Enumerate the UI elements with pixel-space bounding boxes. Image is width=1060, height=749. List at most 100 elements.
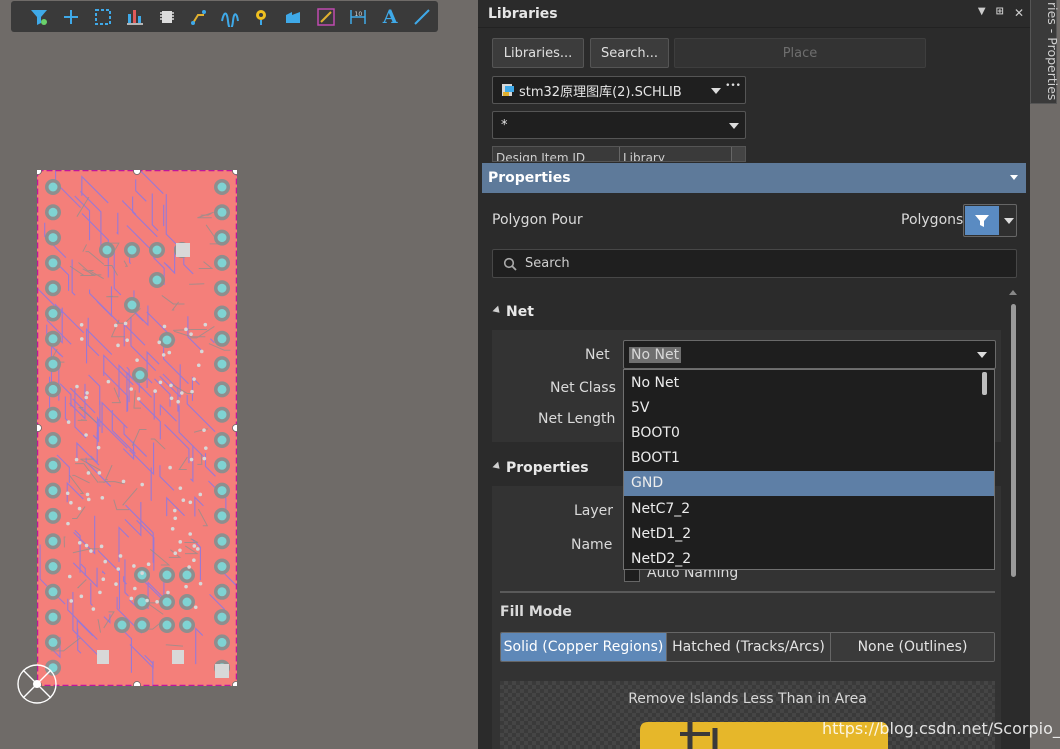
- library-select[interactable]: stm32原理图库(2).SCHLIB •••: [492, 76, 746, 104]
- net-option[interactable]: 5V: [624, 395, 994, 420]
- crosshair-icon[interactable]: [55, 4, 87, 30]
- col-library[interactable]: Library: [623, 151, 665, 161]
- pad-hole: [217, 334, 227, 344]
- active-bar-toolbar: 10 A: [11, 1, 438, 32]
- filter-kind-label: Polygons: [901, 212, 964, 228]
- properties-side-tab[interactable]: ries - Properties: [1030, 0, 1060, 104]
- net-label: Net: [585, 347, 610, 363]
- pad-hole: [152, 275, 162, 285]
- pad-hole: [182, 597, 192, 607]
- net-option[interactable]: NetC7_2: [624, 496, 994, 521]
- pad-hole: [162, 570, 172, 580]
- pad-hole: [48, 460, 58, 470]
- right-panel: Libraries ▼ ⊞ ✕ Libraries... Search... P…: [478, 0, 1030, 749]
- pad-hole: [127, 245, 137, 255]
- pad-hole: [48, 511, 58, 521]
- properties-panel-header[interactable]: Properties: [482, 163, 1026, 193]
- search-button[interactable]: Search...: [590, 38, 669, 68]
- component-icon[interactable]: [151, 4, 183, 30]
- pad-hole: [217, 511, 227, 521]
- islands-label: Remove Islands Less Than in Area: [628, 691, 867, 707]
- panel-menu-icon[interactable]: ▼: [978, 6, 986, 20]
- selection-filter-button[interactable]: [963, 204, 1017, 237]
- dropdown-scrollbar-thumb[interactable]: [982, 372, 987, 395]
- libraries-title: Libraries: [488, 5, 558, 22]
- keepout-icon[interactable]: [310, 4, 342, 30]
- fill-mode-solid[interactable]: Solid (Copper Regions): [501, 633, 667, 661]
- chevron-down-icon: [1004, 218, 1014, 224]
- pad-hole: [217, 309, 227, 318]
- pad-hole: [137, 597, 147, 607]
- net-option-selected[interactable]: GND: [624, 470, 994, 496]
- pad-hole: [48, 410, 58, 420]
- svg-text:10: 10: [355, 11, 363, 18]
- pad-hole: [217, 612, 227, 622]
- layer-label: Layer: [574, 503, 614, 519]
- interactive-route-icon[interactable]: [215, 4, 247, 30]
- filter-icon[interactable]: [23, 4, 55, 30]
- place-button[interactable]: Place: [674, 38, 926, 68]
- pad-hole: [48, 309, 58, 318]
- panel-close-icon[interactable]: ✕: [1014, 6, 1024, 20]
- pad-hole: [162, 620, 172, 630]
- pad-hole: [217, 207, 227, 217]
- pcb-canvas[interactable]: 10 A: [0, 0, 478, 749]
- net-option[interactable]: NetD1_2: [624, 521, 994, 546]
- square-pad: [97, 650, 109, 664]
- panel-pin-icon[interactable]: ⊞: [996, 6, 1004, 20]
- net-option[interactable]: No Net: [624, 370, 994, 395]
- fill-mode-none[interactable]: None (Outlines): [831, 633, 994, 661]
- pad-hole: [217, 384, 227, 394]
- fill-preview: Remove Islands Less Than in Area: [500, 681, 995, 749]
- pcb-board[interactable]: [37, 170, 237, 686]
- square-pad: [215, 664, 229, 678]
- fill-mode-hatched[interactable]: Hatched (Tracks/Arcs): [667, 633, 831, 661]
- pad-hole: [217, 637, 227, 647]
- route-icon[interactable]: [183, 4, 215, 30]
- scrollbar-thumb[interactable]: [1011, 304, 1016, 577]
- net-option[interactable]: BOOT0: [624, 420, 994, 445]
- pad-hole: [48, 258, 58, 268]
- select-rect-icon[interactable]: [87, 4, 119, 30]
- dimension-icon[interactable]: 10: [342, 4, 374, 30]
- pad-hole: [152, 245, 162, 255]
- pad-hole: [48, 334, 58, 344]
- more-options-icon[interactable]: •••: [725, 81, 741, 91]
- properties-section-toggle[interactable]: Properties: [492, 460, 589, 476]
- col-design-item-id[interactable]: Design Item ID: [496, 151, 585, 161]
- library-table-header: Design Item ID Library: [492, 146, 746, 162]
- chevron-down-icon: [711, 88, 721, 94]
- properties-title: Properties: [488, 170, 571, 186]
- net-option[interactable]: NetD2_2: [624, 546, 994, 569]
- selection-handle: [37, 424, 42, 432]
- pad-hole: [48, 612, 58, 622]
- chevron-down-icon: [1010, 175, 1018, 180]
- net-dropdown-list[interactable]: No Net 5V BOOT0 BOOT1 GND NetC7_2 NetD1_…: [623, 369, 995, 570]
- net-select[interactable]: No Net: [623, 340, 996, 369]
- pad-hole: [117, 620, 127, 630]
- schlib-file-icon: [502, 84, 514, 96]
- net-option[interactable]: BOOT1: [624, 446, 994, 471]
- polygon-icon[interactable]: [278, 4, 310, 30]
- component-filter-select[interactable]: *: [492, 111, 746, 139]
- square-pad: [176, 243, 190, 257]
- pad-hole: [102, 245, 112, 255]
- selection-handle: [232, 424, 237, 432]
- pad-hole: [48, 233, 58, 243]
- pad-hole: [48, 562, 58, 571]
- pad-hole: [217, 536, 227, 546]
- pad-hole: [217, 283, 227, 293]
- via-icon[interactable]: [246, 4, 278, 30]
- selection-handle: [133, 170, 141, 175]
- line-icon[interactable]: [406, 4, 438, 30]
- libraries-button[interactable]: Libraries...: [492, 38, 584, 68]
- properties-search-input[interactable]: Search: [492, 249, 1017, 278]
- align-icon[interactable]: [119, 4, 151, 30]
- search-icon: [503, 257, 517, 271]
- pad-hole: [217, 460, 227, 470]
- pad-hole: [127, 300, 137, 310]
- pad-hole: [48, 359, 58, 369]
- text-icon[interactable]: A: [374, 4, 406, 30]
- net-section-toggle[interactable]: Net: [492, 304, 534, 320]
- pad-hole: [217, 359, 227, 369]
